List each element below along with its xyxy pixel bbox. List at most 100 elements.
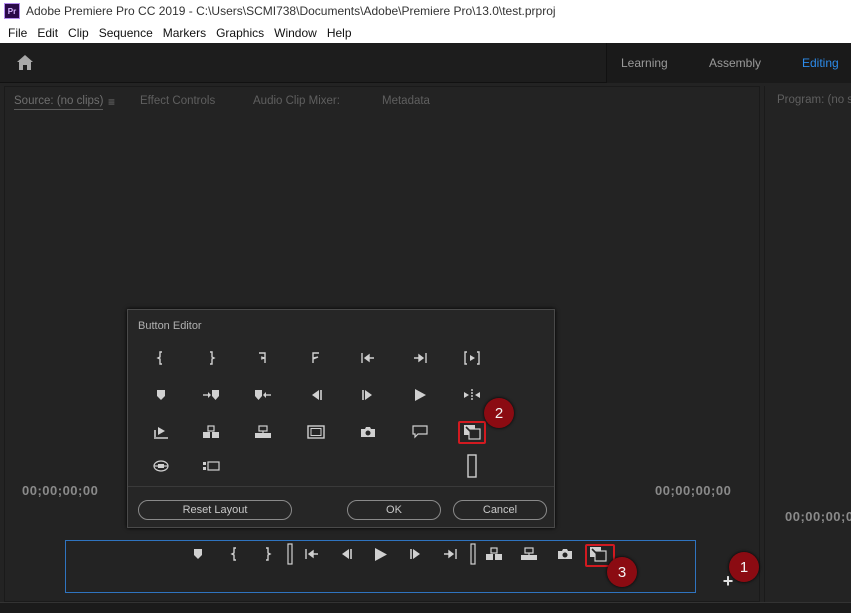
mark-in-icon (155, 351, 167, 365)
home-button[interactable] (14, 52, 36, 74)
source-timecode-right: 00;00;00;00 (655, 483, 732, 498)
tab-program[interactable]: Program: (no s (777, 94, 851, 106)
home-icon (14, 52, 36, 74)
mark-out-button[interactable] (193, 345, 229, 371)
go-to-previous-edit-button[interactable] (350, 345, 386, 371)
go-to-next-edit-button[interactable] (402, 345, 438, 371)
highlight-toggle-proxies-dialog (458, 421, 486, 444)
source-timecode-left[interactable]: 00;00;00;00 (22, 483, 98, 498)
program-timecode[interactable]: 00;00;00;00 (785, 509, 851, 524)
step-back-icon (339, 548, 353, 560)
step-forward-icon (409, 548, 423, 560)
workspace-tabs: Learning Assembly Editing (606, 43, 851, 83)
mark-clip-button[interactable] (245, 345, 281, 371)
workspace-tab-editing[interactable]: Editing (802, 56, 839, 70)
program-monitor-panel: Program: (no s 00;00;00;00 (764, 86, 851, 602)
go-to-previous-marker-icon (254, 389, 272, 401)
step-back-button[interactable] (298, 382, 334, 408)
bar-overwrite-button[interactable] (514, 543, 544, 565)
go-to-next-marker-icon (202, 389, 220, 401)
tab-metadata[interactable]: Metadata (382, 95, 430, 107)
callout-1: 1 (729, 552, 759, 582)
insert-icon (485, 547, 503, 561)
add-marker-button[interactable] (143, 382, 179, 408)
bar-add-marker-button[interactable] (183, 543, 213, 565)
insert-button[interactable] (193, 419, 229, 445)
cancel-button[interactable]: Cancel (453, 500, 547, 520)
go-to-previous-edit-icon (360, 351, 376, 365)
menu-edit[interactable]: Edit (32, 26, 63, 40)
tab-audio-clip-mixer[interactable]: Audio Clip Mixer: (253, 95, 340, 107)
export-frame-icon (557, 548, 573, 560)
bar-export-frame-button[interactable] (550, 543, 580, 565)
reset-layout-button[interactable]: Reset Layout (138, 500, 292, 520)
menu-bar: File Edit Clip Sequence Markers Graphics… (0, 22, 851, 43)
multi-camera-button[interactable] (193, 453, 229, 479)
menu-clip[interactable]: Clip (63, 26, 94, 40)
overwrite-icon (520, 547, 538, 561)
overwrite-button[interactable] (245, 419, 281, 445)
play-around-icon (153, 425, 169, 439)
go-to-in-icon (309, 351, 323, 365)
spacer-button[interactable] (454, 453, 490, 479)
premiere-app-icon: Pr (4, 3, 20, 19)
spacer-icon (467, 454, 477, 478)
mark-out-icon (205, 351, 217, 365)
export-frame-icon (360, 426, 376, 438)
bar-step-forward-button[interactable] (401, 543, 431, 565)
workspace-tab-assembly[interactable]: Assembly (709, 56, 761, 70)
bar-step-back-button[interactable] (331, 543, 361, 565)
go-to-next-edit-icon (412, 351, 428, 365)
workspace-header: Learning Assembly Editing (0, 43, 851, 83)
export-frame-button[interactable] (350, 419, 386, 445)
add-marker-icon (192, 548, 204, 560)
menu-graphics[interactable]: Graphics (211, 26, 269, 40)
safe-margins-button[interactable] (298, 419, 334, 445)
callout-2: 2 (484, 398, 514, 428)
panel-menu-icon[interactable]: ≡ (108, 95, 115, 109)
tab-effect-controls[interactable]: Effect Controls (140, 95, 215, 107)
insert-icon (202, 425, 220, 439)
window-title: Adobe Premiere Pro CC 2019 - C:\Users\SC… (26, 4, 556, 18)
workspace-tab-learning[interactable]: Learning (621, 56, 668, 70)
mark-in-icon (229, 547, 241, 561)
menu-markers[interactable]: Markers (158, 26, 211, 40)
multi-camera-icon (202, 460, 220, 472)
closed-captions-icon (412, 425, 428, 439)
go-to-next-marker-button[interactable] (193, 382, 229, 408)
vr-video-button[interactable] (143, 453, 179, 479)
shuttle-button[interactable] (454, 382, 490, 408)
play-icon (374, 547, 387, 561)
bar-mark-in-button[interactable] (220, 543, 250, 565)
title-bar: Pr Adobe Premiere Pro CC 2019 - C:\Users… (0, 0, 851, 22)
dialog-title: Button Editor (138, 320, 202, 332)
play-button[interactable] (402, 382, 438, 408)
menu-sequence[interactable]: Sequence (94, 26, 158, 40)
step-forward-button[interactable] (350, 382, 386, 408)
bar-play-button[interactable] (365, 543, 395, 565)
timeline-edge (0, 602, 851, 613)
play-around-button[interactable] (143, 419, 179, 445)
closed-captions-button[interactable] (402, 419, 438, 445)
safe-margins-icon (307, 425, 325, 439)
spacer-icon (470, 543, 476, 565)
dialog-divider (128, 486, 554, 487)
tab-source[interactable]: Source: (no clips) (14, 95, 104, 110)
step-back-icon (309, 389, 323, 401)
menu-file[interactable]: File (3, 26, 32, 40)
menu-window[interactable]: Window (269, 26, 322, 40)
go-to-previous-marker-button[interactable] (245, 382, 281, 408)
menu-help[interactable]: Help (322, 26, 357, 40)
bar-insert-button[interactable] (479, 543, 509, 565)
play-in-to-out-button[interactable] (454, 345, 490, 371)
mark-clip-icon (256, 351, 270, 365)
ok-button[interactable]: OK (347, 500, 441, 520)
bar-go-to-in-button[interactable] (297, 543, 327, 565)
overwrite-icon (254, 425, 272, 439)
source-button-bar (65, 540, 696, 593)
mark-in-button[interactable] (143, 345, 179, 371)
go-to-in-button[interactable] (298, 345, 334, 371)
add-marker-icon (155, 389, 167, 401)
spacer-icon (287, 543, 293, 565)
play-in-to-out-icon (463, 351, 481, 365)
